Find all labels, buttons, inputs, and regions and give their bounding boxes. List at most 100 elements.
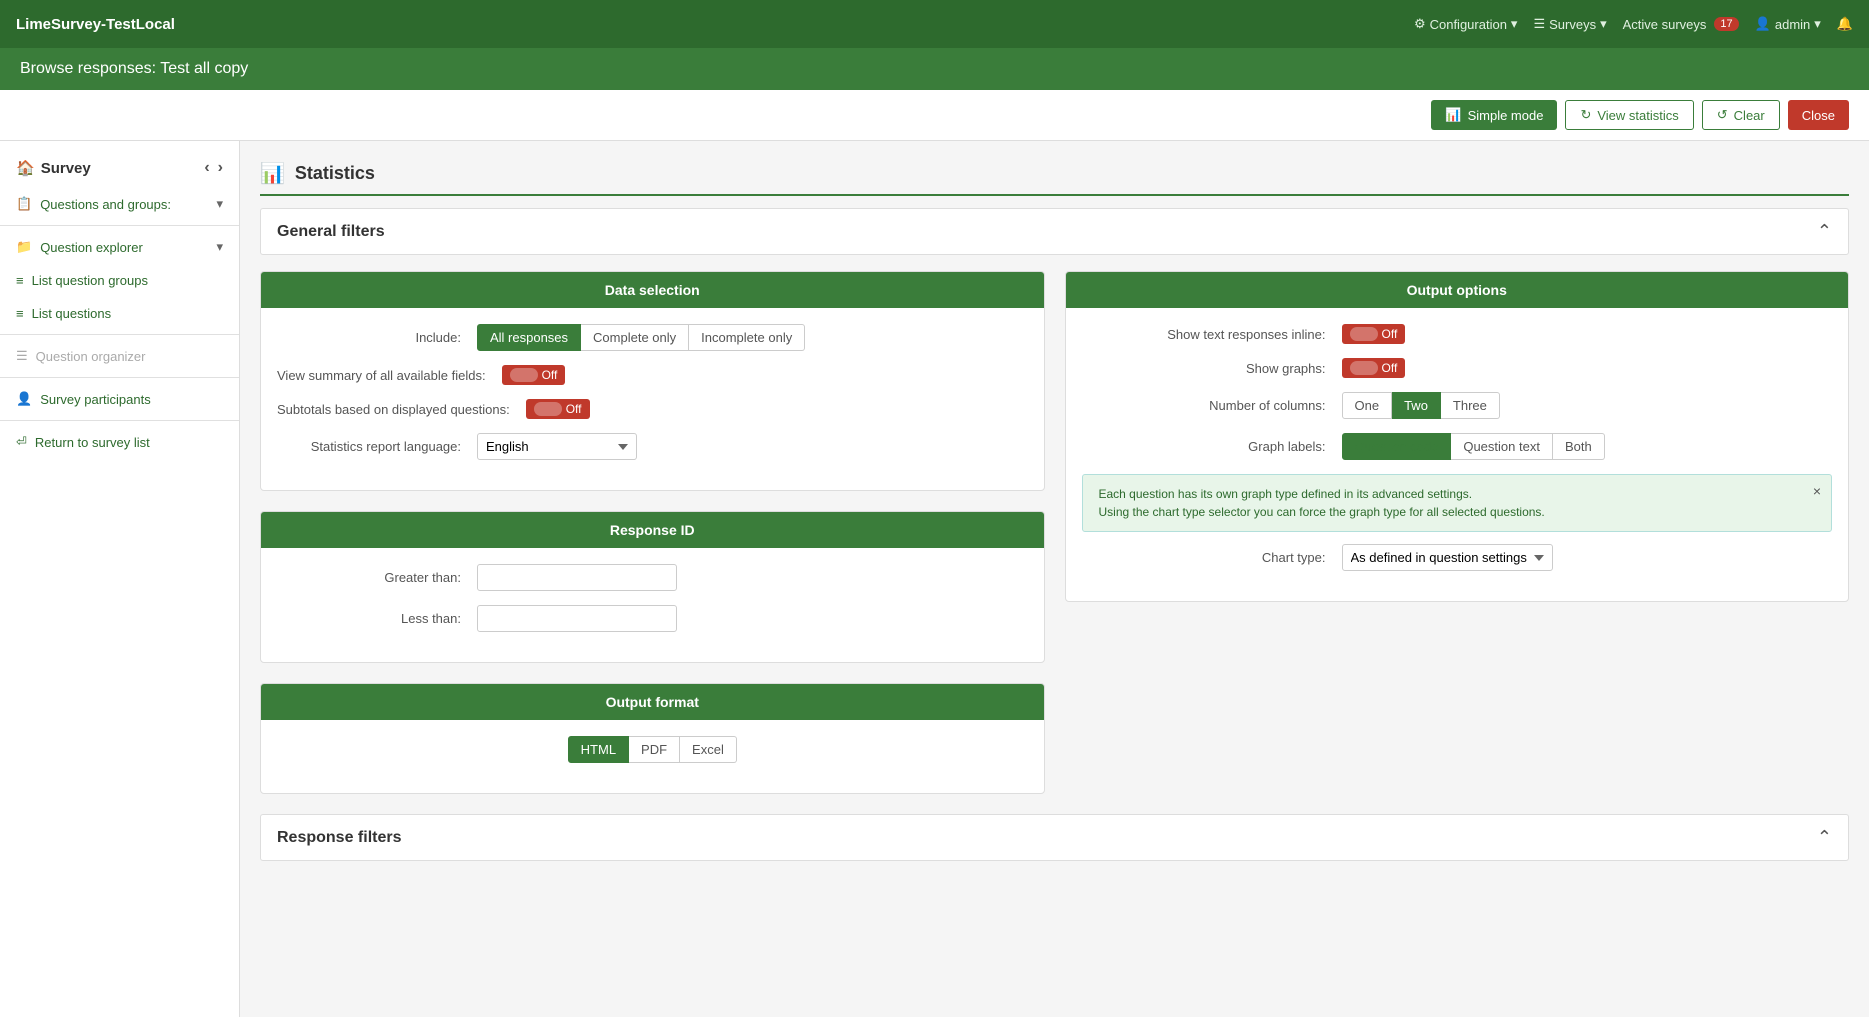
col-one-btn[interactable]: One — [1342, 392, 1393, 419]
toolbar: 📊 Simple mode ↻ View statistics ↺ Clear … — [0, 90, 1869, 141]
sidebar-item-survey-participants[interactable]: 👤 Survey participants — [0, 382, 239, 416]
sidebar-survey-participants-label: Survey participants — [40, 392, 151, 407]
show-text-toggle[interactable]: Off — [1342, 324, 1406, 344]
user-icon: 👤 — [1755, 16, 1771, 32]
nav-forward-arrow[interactable]: › — [218, 159, 223, 177]
output-format-title: Output format — [606, 694, 699, 710]
chart-type-select[interactable]: As defined in question settings — [1342, 544, 1553, 571]
excel-btn[interactable]: Excel — [680, 736, 737, 763]
language-row: Statistics report language: English — [277, 433, 1028, 460]
nav-arrows: ‹ › — [204, 159, 223, 177]
data-selection-body: Include: All responses Complete only Inc… — [261, 308, 1044, 490]
view-summary-toggle[interactable]: Off — [502, 365, 566, 385]
view-summary-row: View summary of all available fields: Of… — [277, 365, 1028, 385]
data-selection-title: Data selection — [605, 282, 700, 298]
questions-groups-icon: 📋 — [16, 196, 32, 212]
question-explorer-icon: 📁 — [16, 239, 32, 255]
statistics-icon: 📊 — [260, 161, 285, 186]
col-two-btn[interactable]: Two — [1392, 392, 1441, 419]
simple-mode-button[interactable]: 📊 Simple mode — [1431, 100, 1557, 130]
right-column: Output options Show text responses inlin… — [1065, 271, 1850, 794]
less-than-row: Less than: — [277, 605, 1028, 632]
question-text-btn[interactable]: Question text — [1451, 433, 1553, 460]
html-btn[interactable]: HTML — [568, 736, 629, 763]
chart-icon: 📊 — [1445, 107, 1461, 123]
sidebar-item-questions-groups[interactable]: 📋 Questions and groups: ▾ — [0, 187, 239, 221]
show-graphs-toggle[interactable]: Off — [1342, 358, 1406, 378]
data-selection-card: Data selection Include: All responses Co… — [260, 271, 1045, 491]
sidebar-item-question-explorer[interactable]: 📁 Question explorer ▾ — [0, 230, 239, 264]
data-selection-header: Data selection — [261, 272, 1044, 308]
language-label: Statistics report language: — [277, 439, 477, 454]
general-filters-collapse-btn[interactable]: ⌃ — [1817, 221, 1832, 242]
graph-labels-row: Graph labels: Question code Question tex… — [1082, 433, 1833, 460]
sidebar-return-label: Return to survey list — [35, 435, 150, 450]
list-questions-icon: ≡ — [16, 306, 24, 321]
subtotals-toggle[interactable]: Off — [526, 399, 590, 419]
admin-label: admin — [1775, 17, 1810, 32]
panels-grid: Data selection Include: All responses Co… — [260, 271, 1849, 794]
view-statistics-button[interactable]: ↻ View statistics — [1565, 100, 1693, 130]
include-label: Include: — [277, 330, 477, 345]
question-organizer-icon: ☰ — [16, 348, 28, 364]
sidebar-item-list-questions[interactable]: ≡ List questions — [0, 297, 239, 330]
sidebar-item-return-to-survey-list[interactable]: ⏎ Return to survey list — [0, 425, 239, 459]
complete-only-btn[interactable]: Complete only — [581, 324, 689, 351]
less-than-input[interactable] — [477, 605, 677, 632]
bell-icon: 🔔 — [1837, 16, 1853, 32]
subtotals-toggle-label: Off — [566, 402, 582, 416]
response-id-body: Greater than: Less than: — [261, 548, 1044, 662]
language-select[interactable]: English — [477, 433, 637, 460]
view-summary-toggle-label: Off — [542, 368, 558, 382]
num-columns-row: Number of columns: One Two Three — [1082, 392, 1833, 419]
info-text-line2: Using the chart type selector you can fo… — [1099, 505, 1816, 519]
chart-type-label: Chart type: — [1082, 550, 1342, 565]
output-format-btn-group: HTML PDF Excel — [568, 736, 737, 763]
question-code-btn[interactable]: Question code — [1342, 433, 1452, 460]
output-options-card: Output options Show text responses inlin… — [1065, 271, 1850, 602]
configuration-menu[interactable]: ⚙ Configuration ▾ — [1414, 16, 1518, 32]
less-than-label: Less than: — [277, 611, 477, 626]
clear-button[interactable]: ↺ Clear — [1702, 100, 1780, 130]
output-format-card: Output format HTML PDF Excel — [260, 683, 1045, 794]
response-filters-collapse-btn[interactable]: ⌃ — [1817, 827, 1832, 848]
response-id-header: Response ID — [261, 512, 1044, 548]
list-icon: ☰ — [1533, 16, 1545, 32]
close-label: Close — [1802, 108, 1835, 123]
chevron-down-icon: ▾ — [1600, 16, 1607, 32]
view-summary-label: View summary of all available fields: — [277, 368, 502, 383]
sidebar-divider-3 — [0, 377, 239, 378]
active-surveys-link[interactable]: Active surveys 17 — [1623, 17, 1739, 32]
show-text-toggle-label: Off — [1382, 327, 1398, 341]
incomplete-only-btn[interactable]: Incomplete only — [689, 324, 805, 351]
survey-participants-icon: 👤 — [16, 391, 32, 407]
subheader: Browse responses: Test all copy — [0, 48, 1869, 90]
response-id-title: Response ID — [610, 522, 695, 538]
num-columns-btn-group: One Two Three — [1342, 392, 1500, 419]
chevron-down-icon: ▾ — [216, 196, 223, 212]
statistics-title: Statistics — [295, 163, 375, 184]
surveys-menu[interactable]: ☰ Surveys ▾ — [1533, 16, 1606, 32]
sidebar-divider-1 — [0, 225, 239, 226]
general-filters-header: General filters ⌃ — [260, 208, 1849, 255]
chevron-down-icon: ▾ — [1511, 16, 1518, 32]
clear-icon: ↺ — [1717, 107, 1728, 123]
both-btn[interactable]: Both — [1553, 433, 1605, 460]
all-responses-btn[interactable]: All responses — [477, 324, 581, 351]
chart-info-box: × Each question has its own graph type d… — [1082, 474, 1833, 532]
nav-back-arrow[interactable]: ‹ — [204, 159, 209, 177]
close-button[interactable]: Close — [1788, 100, 1849, 130]
pdf-btn[interactable]: PDF — [629, 736, 680, 763]
admin-menu[interactable]: 👤 admin ▾ — [1755, 16, 1821, 32]
sidebar: 🏠 Survey ‹ › 📋 Questions and groups: ▾ 📁… — [0, 141, 240, 1017]
response-id-card: Response ID Greater than: Less than: — [260, 511, 1045, 663]
graph-labels-btn-group: Question code Question text Both — [1342, 433, 1605, 460]
info-close-btn[interactable]: × — [1813, 483, 1821, 499]
chevron-down-icon: ▾ — [1814, 16, 1821, 32]
greater-than-input[interactable] — [477, 564, 677, 591]
sidebar-divider-4 — [0, 420, 239, 421]
sidebar-item-list-question-groups[interactable]: ≡ List question groups — [0, 264, 239, 297]
notifications-bell[interactable]: 🔔 — [1837, 16, 1853, 32]
col-three-btn[interactable]: Three — [1441, 392, 1500, 419]
view-statistics-label: View statistics — [1597, 108, 1678, 123]
